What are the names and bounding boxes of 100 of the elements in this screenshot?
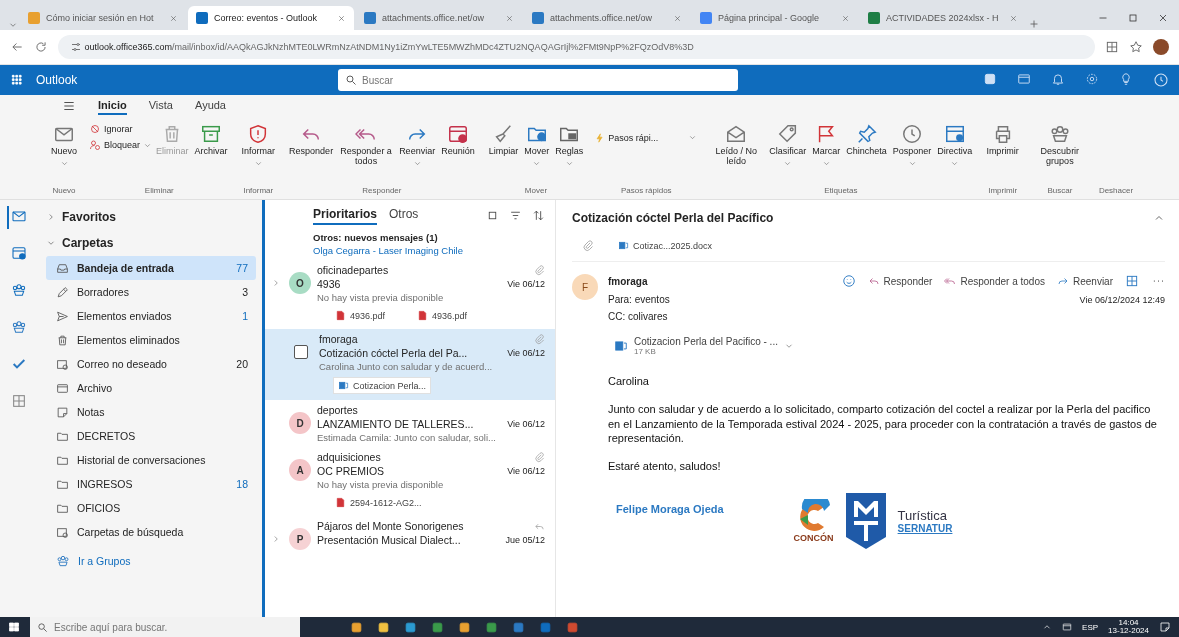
groups-link[interactable]: Ir a Grupos [46, 544, 256, 578]
ribbon-button[interactable]: Responder [287, 121, 336, 186]
folder-section[interactable]: Favoritos [46, 204, 256, 230]
ribbon-button[interactable]: Reglas [553, 121, 586, 186]
grid-icon [1125, 274, 1139, 288]
nav-button[interactable] [7, 206, 29, 229]
reply-action[interactable]: Responder [867, 275, 933, 287]
forward-icon [1056, 275, 1069, 287]
ribbon-button[interactable]: Limpiar [486, 121, 521, 186]
folder-item[interactable]: Notas [46, 400, 256, 424]
browser-tab[interactable]: attachments.office.net/ow [524, 6, 690, 30]
people-icon [11, 319, 27, 335]
clock[interactable]: 14:04 13-12-2024 [1108, 619, 1149, 635]
folder-item[interactable]: DECRETOS [46, 424, 256, 448]
settings-icon [1085, 72, 1099, 86]
folder-item[interactable]: Carpetas de búsqueda [46, 520, 256, 544]
ribbon-button[interactable]: Leído / No leído [707, 121, 766, 186]
attachment-chip[interactable]: Cotizacion Perla... [333, 377, 432, 394]
ribbon-button[interactable]: Mover [522, 121, 552, 186]
folder-item[interactable]: OFICIOS [46, 496, 256, 520]
ribbon-button[interactable]: Reunión [439, 121, 477, 186]
attachment-card[interactable]: Cotizacion Perla del Pacifico - ... 17 KB [608, 332, 828, 360]
document-icon [614, 339, 628, 353]
ribbon-button[interactable]: Directiva [935, 121, 975, 186]
people-icon [56, 554, 70, 568]
checkbox[interactable] [294, 345, 308, 359]
favicon-icon [700, 12, 712, 24]
attachment-chip[interactable]: 2594-1612-AG2... [331, 495, 426, 510]
favicon-icon [28, 12, 40, 24]
taskbar-search[interactable]: Escribe aquí para buscar. [30, 617, 300, 637]
attachment-chip[interactable]: 4936.pdf [331, 308, 390, 323]
message-preview: No hay vista previa disponible [317, 292, 445, 303]
ribbon-button[interactable]: Imprimir [984, 121, 1021, 186]
site-settings-icon [70, 41, 82, 53]
reply-action[interactable]: Responder a todos [944, 275, 1045, 287]
group-label: Deshacer [1098, 186, 1134, 197]
profile-avatar[interactable] [1153, 39, 1169, 55]
language-indicator[interactable]: ESP [1082, 622, 1099, 632]
reply-action[interactable]: Reenviar [1056, 275, 1113, 287]
pdf-icon [417, 310, 429, 321]
address-bar[interactable]: outlook.office365.com/mail/inbox/id/AAQkAGJkNzhMTE0LWRmNzAtNDM1Ny1iZmYwLTE5MWZhMDc4ZTU2NQAQAGrIjl%2FMt9NpP%2FQzOdV8%3D [58, 35, 1095, 59]
notice-link[interactable]: Olga Cegarra - Laser Imaging Chile [313, 245, 545, 256]
ribbon-button[interactable]: Reenviar [397, 121, 438, 186]
body-paragraph: Estaré atento, saludos! [608, 459, 722, 474]
folder-item[interactable]: Archivo [46, 376, 256, 400]
app-launcher-icon [10, 73, 24, 87]
group-label: Mover [523, 186, 549, 197]
close-icon [337, 13, 346, 23]
avatar: O [289, 272, 311, 294]
avatar: P [289, 528, 311, 550]
grid-button[interactable] [1125, 274, 1139, 288]
reply-all-icon [944, 275, 957, 287]
browser-tab[interactable]: Página principal - Google [692, 6, 858, 30]
group-label: Informar [242, 186, 275, 197]
favicon-icon [532, 12, 544, 24]
close-icon [1157, 12, 1169, 24]
ribbon-tab[interactable]: Ayuda [195, 97, 226, 115]
attachment-chip[interactable]: 4936.pdf [413, 308, 472, 323]
ribbon-button[interactable]: Posponer [890, 121, 934, 186]
cc-line: CC: colivares [608, 311, 669, 322]
pin-icon [855, 123, 878, 145]
ribbon-tab[interactable]: Vista [148, 97, 173, 115]
signature-name: Felipe Moraga Ojeda [616, 502, 724, 516]
browser-tab[interactable]: Cómo iniciar sesión en Hot [20, 6, 186, 30]
quick-step-button[interactable]: Pasos rápi... [595, 133, 659, 143]
folder-section[interactable]: Carpetas [46, 230, 256, 256]
folder-item[interactable]: Elementos enviados 1 [46, 304, 256, 328]
windows-icon [8, 621, 20, 633]
search-field[interactable]: Buscar [338, 69, 738, 91]
ribbon-button[interactable]: Clasificar [767, 121, 809, 186]
ribbon-button[interactable]: Marcar [810, 121, 843, 186]
message-subject: OC PREMIOS [317, 465, 385, 477]
folder-item[interactable]: Borradores 3 [46, 280, 256, 304]
folder-item[interactable]: Correo no deseado 20 [46, 352, 256, 376]
ribbon-button[interactable]: Responder a todos [337, 121, 396, 186]
pdf-icon [335, 310, 346, 321]
folder-item[interactable]: Bandeja de entrada 77 [46, 256, 256, 280]
browser-tab[interactable]: Correo: eventos - Outlook [188, 6, 354, 30]
attachment-chip[interactable]: Cotizac...2025.docx [614, 238, 717, 253]
sender-name: fmoraga [608, 275, 648, 287]
ribbon-button[interactable]: Nuevo [49, 121, 79, 186]
inbox-tab[interactable]: Otros [389, 205, 419, 225]
browser-tab[interactable]: ACTIVIDADES 2024xlsx - H [860, 6, 1026, 30]
brand-subtitle: SERNATUR [897, 523, 953, 535]
sender-name: oficinadepartes [317, 264, 389, 276]
pencil-icon [56, 285, 69, 299]
inbox-tab[interactable]: Prioritarios [313, 205, 378, 225]
folder-item[interactable]: INGRESOS 18 [46, 472, 256, 496]
ribbon-button[interactable]: Descubrir grupos [1030, 121, 1089, 186]
folder-item[interactable]: Historial de conversaciones [46, 448, 256, 472]
ribbon-button[interactable]: Chincheta [844, 121, 889, 186]
message-item[interactable]: fmoraga Cotización cóctel Perla del Pa... Vie 06/12 Carolina Junto con saludar y de acuerd... Cotizacion Perla... [265, 329, 555, 400]
folder-item[interactable]: Elementos eliminados [46, 328, 256, 352]
close-icon [505, 13, 514, 23]
browser-tab[interactable]: attachments.office.net/ow [356, 6, 522, 30]
ribbon-tab[interactable]: Inicio [98, 97, 127, 115]
ribbon-button[interactable]: Bloquear [89, 139, 153, 151]
ribbon-button[interactable]: Informar [239, 121, 278, 186]
ribbon-button[interactable]: Archivar [192, 121, 230, 186]
ribbon-button[interactable]: Ignorar [89, 123, 153, 135]
